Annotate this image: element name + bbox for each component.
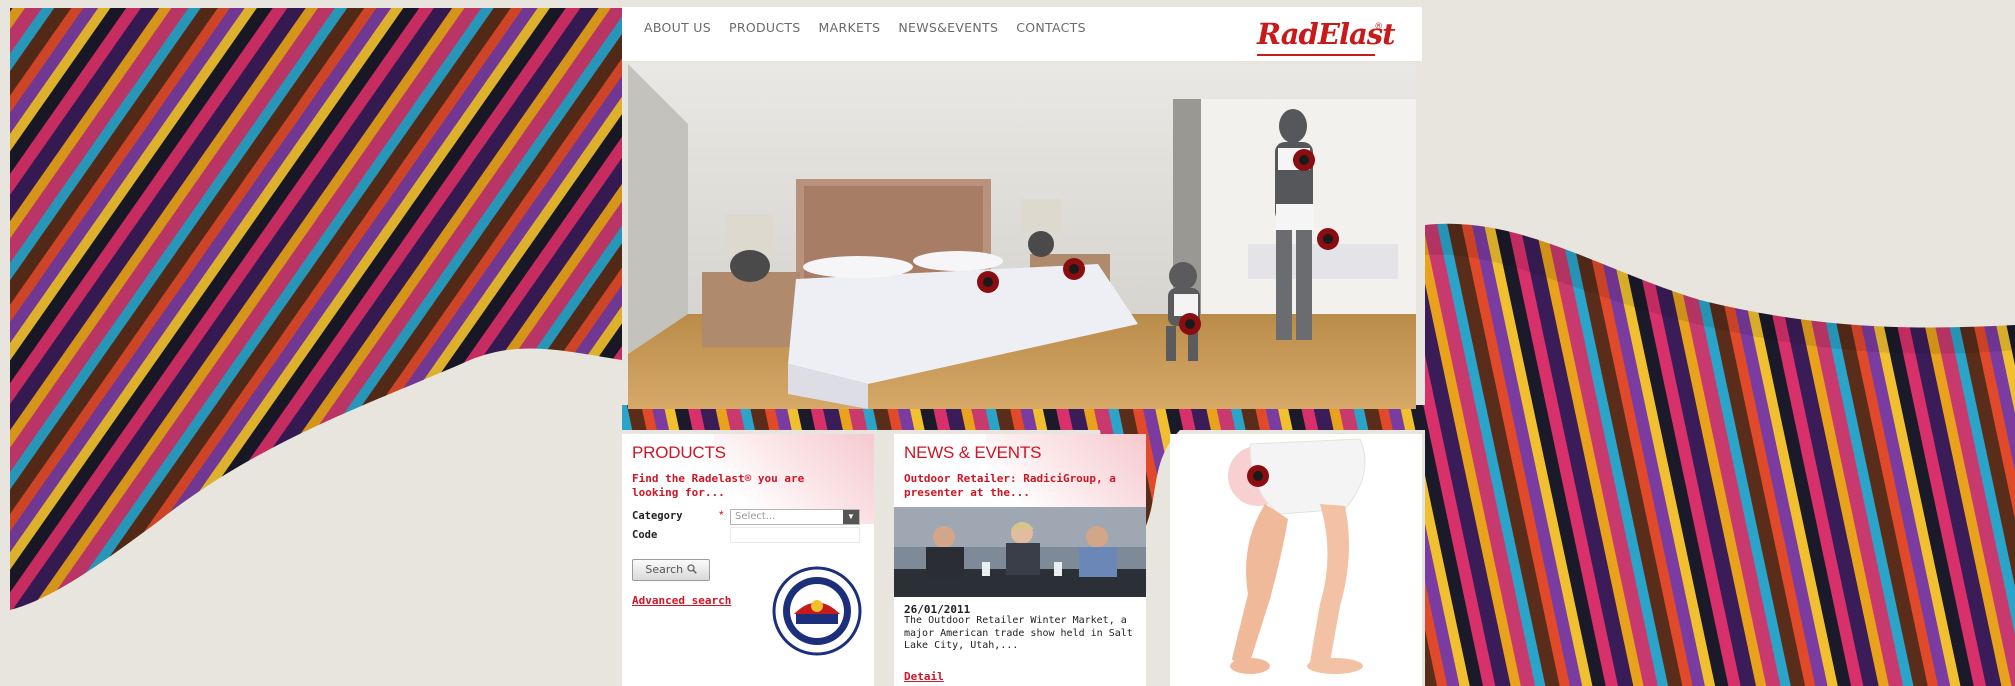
- logo-registered-mark: ®: [1375, 21, 1382, 31]
- hotspot-icon[interactable]: [1317, 228, 1339, 250]
- hero-bedroom-image: [628, 64, 1416, 409]
- news-detail-link[interactable]: Detail: [904, 670, 944, 683]
- hotspot-icon[interactable]: [1293, 149, 1315, 171]
- nav-markets[interactable]: MARKETS: [819, 20, 881, 35]
- nav-news-events[interactable]: NEWS&EVENTS: [898, 20, 998, 35]
- logo-text: RadElast: [1257, 17, 1395, 51]
- search-button[interactable]: Search: [632, 559, 710, 581]
- products-subtitle: Find the Radelast® you are looking for..…: [632, 472, 805, 499]
- hotspot-icon[interactable]: [977, 271, 999, 293]
- products-panel: PRODUCTS Find the Radelast® you are look…: [622, 434, 874, 686]
- hotspot-icon[interactable]: [1247, 465, 1269, 487]
- news-headline[interactable]: Outdoor Retailer: RadiciGroup, a present…: [904, 472, 1124, 500]
- products-title: PRODUCTS: [632, 443, 726, 462]
- news-photo[interactable]: [894, 507, 1146, 597]
- search-icon: [686, 564, 697, 574]
- bedroom-illustration: [628, 64, 1416, 409]
- nav-contacts[interactable]: CONTACTS: [1016, 20, 1086, 35]
- news-panel: NEWS & EVENTS Outdoor Retailer: RadiciGr…: [894, 434, 1146, 686]
- code-label: Code: [632, 529, 658, 541]
- logo-underline: [1257, 54, 1375, 56]
- category-select-value: Select...: [735, 511, 776, 522]
- website-page: ABOUT US PRODUCTS MARKETS NEWS&EVENTS CO…: [622, 7, 1422, 686]
- baby-promo-image[interactable]: [1170, 434, 1422, 686]
- required-mark: *: [719, 508, 724, 522]
- category-select[interactable]: Select... ▼: [730, 509, 860, 525]
- news-title: NEWS & EVENTS: [904, 443, 1042, 462]
- hotspot-icon[interactable]: [1179, 313, 1201, 335]
- chevron-down-icon[interactable]: ▼: [843, 510, 859, 524]
- hotspot-icon[interactable]: [1063, 258, 1085, 280]
- main-nav: ABOUT US PRODUCTS MARKETS NEWS&EVENTS CO…: [644, 20, 1086, 35]
- radelast-logo[interactable]: RadElast ®: [1257, 17, 1395, 57]
- search-button-label: Search: [645, 563, 684, 576]
- advanced-search-link[interactable]: Advanced search: [632, 594, 731, 607]
- nav-about-us[interactable]: ABOUT US: [644, 20, 711, 35]
- news-summary: The Outdoor Retailer Winter Market, a ma…: [904, 615, 1133, 651]
- nav-products[interactable]: PRODUCTS: [729, 20, 801, 35]
- code-input[interactable]: [730, 527, 860, 543]
- certification-badge-icon: [772, 566, 862, 656]
- category-label: Category: [632, 510, 683, 522]
- header-bar: ABOUT US PRODUCTS MARKETS NEWS&EVENTS CO…: [622, 7, 1422, 61]
